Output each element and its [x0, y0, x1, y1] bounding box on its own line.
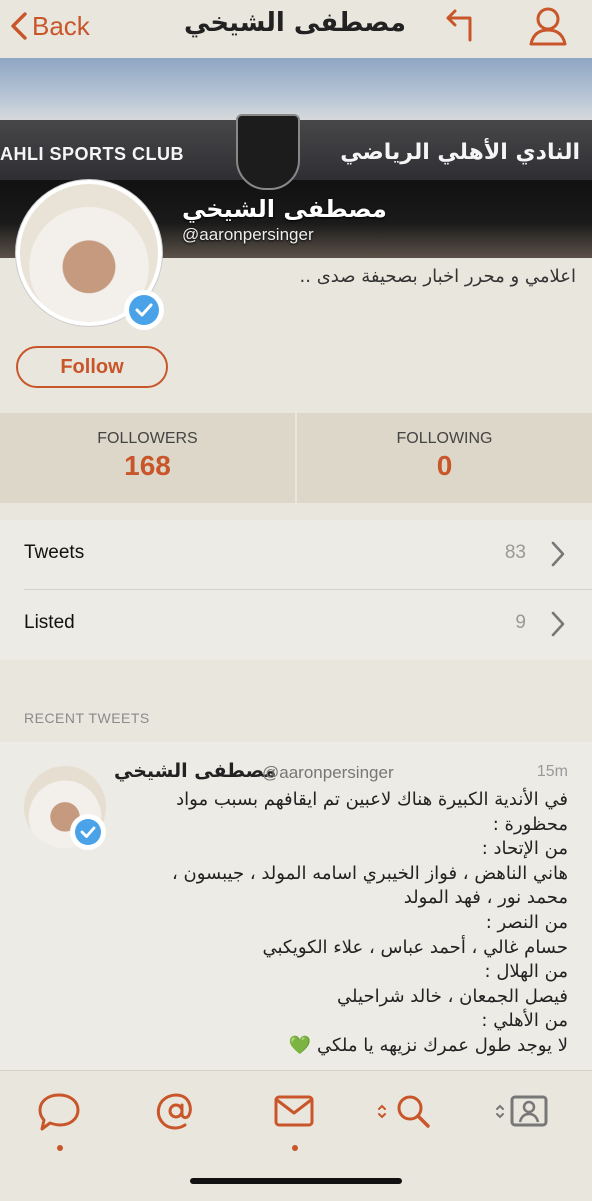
at-sign-icon [156, 1093, 192, 1130]
back-label[interactable]: Back [32, 11, 90, 42]
following-stat[interactable]: FOLLOWING 0 [297, 413, 592, 503]
unread-dot [57, 1145, 63, 1151]
tweet-text: في الأندية الكبيرة هناك لاعبين تم ايقافه… [114, 788, 568, 1059]
verified-badge-icon [70, 814, 106, 850]
profile-bio: اعلامي و محرر اخبار بصحيفة صدى .. [299, 266, 576, 287]
recent-tweets-header: RECENT TWEETS [24, 710, 150, 726]
following-count: 0 [436, 450, 453, 481]
banner-sign-english: AHLI SPORTS CLUB [0, 144, 185, 164]
back-button[interactable]: Back [10, 6, 90, 46]
row-label: Tweets [24, 542, 85, 563]
verified-badge-icon [124, 290, 164, 330]
reply-icon[interactable] [438, 6, 478, 50]
tweet-line: لا يوجد طول عمرك نزيهه يا ملكي 💚 [288, 1034, 568, 1056]
tab-chat[interactable] [24, 1089, 94, 1151]
tweet-cell[interactable]: مصطفى الشيخي @aaronpersinger 15m في الأن… [0, 742, 592, 1072]
tab-profile[interactable] [494, 1089, 564, 1149]
tweet-line: حسام غالي ، أحمد عباس ، علاء الكويكبي [262, 936, 568, 958]
tab-mentions[interactable] [141, 1089, 211, 1149]
chevron-right-icon [551, 541, 565, 567]
tweet-line: هاني الناهض ، فواز الخيبري اسامه المولد … [172, 862, 568, 884]
tweet-line: من الإتحاد : [481, 838, 568, 860]
tweet-line: محمد نور ، فهد المولد [403, 887, 568, 909]
tweet-line: فيصل الجمعان ، خالد شراحيلي [337, 985, 568, 1007]
tweet-line: محظورة : [492, 813, 568, 835]
tab-messages[interactable] [259, 1089, 329, 1151]
person-icon[interactable] [526, 4, 570, 52]
banner-sign-arabic: النادي الأهلي الرياضي [340, 140, 580, 165]
tweet-line: من النصر : [485, 911, 568, 933]
row-label: Listed [24, 612, 75, 633]
unread-dot [292, 1145, 298, 1151]
tweet-line: في الأندية الكبيرة هناك لاعبين تم ايقافه… [176, 789, 568, 810]
stats-bar: FOLLOWERS 168 FOLLOWING 0 [0, 413, 592, 503]
followers-label: FOLLOWERS [97, 430, 198, 447]
profile-name: مصطفى الشيخي [182, 195, 387, 223]
tweets-row[interactable]: Tweets 83 [0, 520, 592, 590]
search-icon [378, 1095, 430, 1128]
followers-stat[interactable]: FOLLOWERS 168 [0, 413, 295, 503]
listed-row[interactable]: Listed 9 [0, 590, 592, 660]
tweet-author-name: مصطفى الشيخي [114, 760, 277, 782]
mail-icon [274, 1095, 314, 1127]
page-title: مصطفى الشيخي [184, 8, 406, 38]
home-indicator[interactable] [190, 1178, 402, 1184]
chevron-left-icon [11, 12, 27, 40]
profile-card-icon [496, 1095, 548, 1127]
followers-count: 168 [124, 450, 171, 481]
row-count: 83 [504, 542, 526, 563]
tweet-timestamp: 15m [536, 763, 568, 780]
chevron-right-icon [551, 611, 565, 637]
tweet-line: من الأهلي : [481, 1010, 568, 1032]
following-label: FOLLOWING [396, 430, 493, 447]
profile-handle: @aaronpersinger [182, 225, 314, 244]
tweet-line: من الهلال : [484, 961, 568, 983]
club-logo [236, 114, 300, 190]
chat-bubble-icon [38, 1093, 80, 1131]
follow-button[interactable]: Follow [16, 346, 168, 388]
profile-menu: Tweets 83 Listed 9 [0, 520, 592, 660]
tab-search[interactable] [376, 1089, 446, 1149]
row-count: 9 [515, 612, 526, 633]
tweet-author-handle: @aaronpersinger [262, 763, 394, 782]
